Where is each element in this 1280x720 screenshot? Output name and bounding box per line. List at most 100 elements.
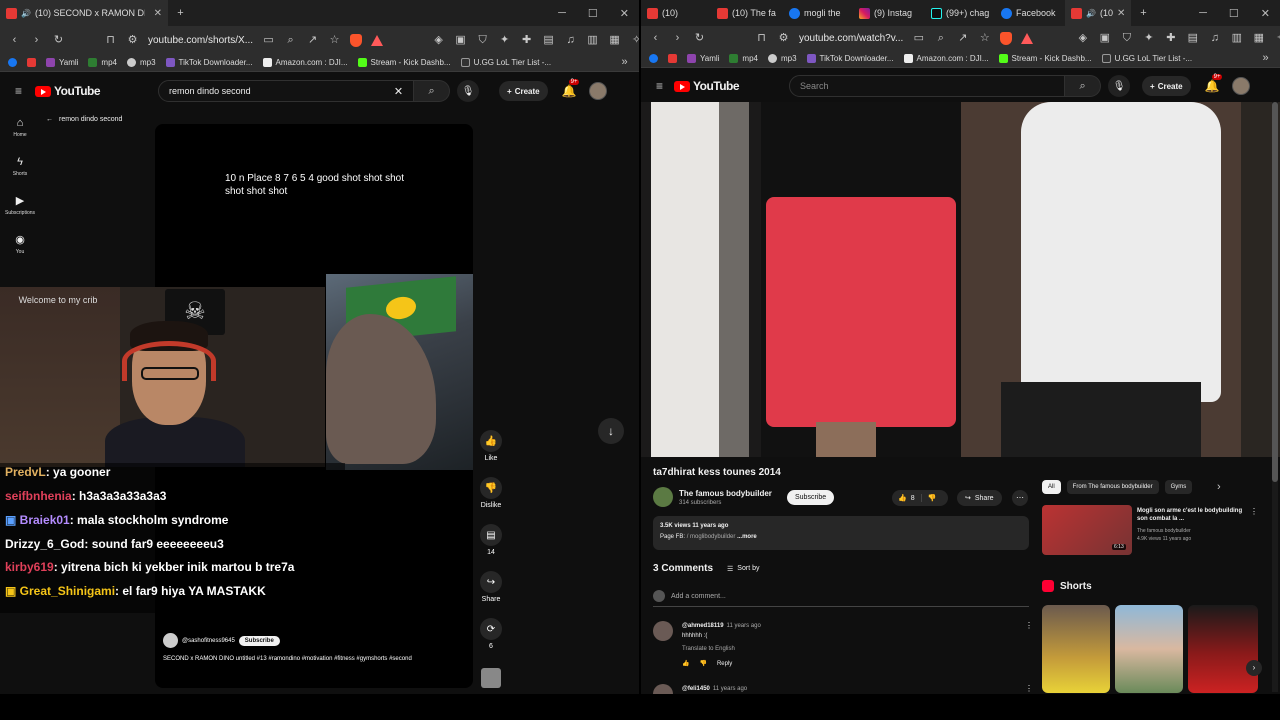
search-input[interactable]: remon dindo second ✕ [158,80,415,102]
avatar[interactable] [588,82,607,100]
bookmark-icon[interactable]: ⊓ [755,32,768,45]
bookmark-item[interactable]: Amazon.com : DJI... [903,54,989,63]
tab[interactable]: (99+) chag [925,0,995,26]
url-field[interactable]: youtube.com/shorts/X... [148,35,253,46]
close-tab-icon[interactable]: ✕ [154,8,162,19]
bookmark-item[interactable]: Amazon.com : DJI... [262,58,348,67]
puzzle-icon[interactable]: ✚ [1164,32,1177,45]
shield-icon[interactable]: ⛉ [476,34,489,47]
like-button[interactable]: 👍 8 [892,494,922,502]
bookmark-item[interactable]: mp4 [729,54,758,63]
brave-rewards-icon[interactable] [371,34,384,46]
close-window-icon[interactable]: ✕ [1261,7,1270,20]
extension-icon[interactable]: ✦ [1142,32,1155,45]
scrollbar[interactable] [1272,102,1278,692]
channel-name[interactable]: @sashofitness9645 [182,638,235,644]
brave-rewards-icon[interactable] [1021,32,1034,44]
add-comment-input[interactable]: Add a comment... [671,593,726,600]
short-thumbnail[interactable] [1042,605,1110,693]
zoom-icon[interactable]: ⌕ [284,34,297,47]
site-settings-icon[interactable]: ⚙ [777,32,790,45]
share-page-icon[interactable]: ↗ [956,32,969,45]
forward-icon[interactable]: › [671,32,684,45]
notifications-button[interactable]: 🔔 9+ [562,79,580,98]
shorts-next-button[interactable]: › [1246,660,1262,676]
create-button[interactable]: + Create [499,81,548,101]
dislike-button[interactable]: 👎 [922,494,943,502]
facebook-bookmark-icon[interactable] [649,54,658,63]
maximize-icon[interactable]: ☐ [1229,7,1239,20]
sidebar-item-home[interactable]: ⌂ Home [0,108,40,147]
bookmark-item[interactable]: TikTok Downloader... [806,54,894,63]
back-icon[interactable]: ‹ [649,32,662,45]
bookmark-item[interactable]: U.GG LoL Tier List -... [460,58,551,67]
recommended-video[interactable]: 6:13 Mogli son arme c'est le bodybuildin… [1042,505,1258,555]
recommended-channel[interactable]: The famous bodybuilder [1137,527,1191,535]
media-icon[interactable]: ♫ [564,34,577,47]
voice-search-button[interactable]: 🎙 [1108,75,1131,97]
bookmark-item[interactable]: Yamli [46,58,78,67]
share-button[interactable]: ↪ Share [478,571,504,603]
bookmark-item[interactable]: Yamli [687,54,719,63]
reload-icon[interactable]: ↻ [52,34,65,47]
search-button[interactable]: ⌕ [414,80,451,102]
create-button[interactable]: + Create [1142,76,1191,96]
media-icon[interactable]: ♫ [1208,32,1221,45]
more-icon[interactable]: ⋮ [1250,507,1258,516]
reply-button[interactable]: Reply [717,659,732,669]
sidebar-icon[interactable]: ▥ [586,34,599,47]
comments-button[interactable]: ▤ 14 [478,524,504,556]
search-input[interactable]: Search [789,75,1066,97]
forward-icon[interactable]: › [30,34,43,47]
maximize-icon[interactable]: ☐ [588,7,598,20]
shorts-back-button[interactable]: ← remon dindo second [46,116,122,123]
show-more-link[interactable]: ...more [737,534,757,540]
facebook-link[interactable]: / moglibodybuilder [687,534,736,540]
sidebar-item-subscriptions[interactable]: ▶ Subscriptions [0,186,40,225]
url-field[interactable]: youtube.com/watch?v... [799,33,903,44]
translate-link[interactable]: Translate to English [682,644,761,654]
site-settings-icon[interactable]: ⚙ [126,34,139,47]
brave-shields-icon[interactable] [350,33,363,47]
sound-thumbnail[interactable] [481,668,501,688]
tab-active[interactable]: 🔊 (10) SECOND x RAMON DINO ✕ [0,0,168,26]
zoom-icon[interactable]: ⌕ [934,32,947,45]
more-bookmarks-icon[interactable]: » [618,56,631,69]
extension-icon[interactable]: ▤ [1186,32,1199,45]
minimize-icon[interactable]: ─ [1199,7,1207,20]
bookmark-item[interactable]: TikTok Downloader... [165,58,253,67]
chevron-right-icon[interactable]: › [1212,481,1225,494]
extension-icon[interactable]: ▣ [1098,32,1111,45]
bookmark-item[interactable]: U.GG LoL Tier List -... [1101,54,1192,63]
share-button[interactable]: ↪ Share [957,490,1002,506]
bookmark-item[interactable]: mp3 [767,54,797,63]
thumbs-down-icon[interactable]: 👎 [699,659,706,669]
shield-icon[interactable]: ⛉ [1120,32,1133,45]
hamburger-menu-icon[interactable]: ≡ [653,79,666,93]
extension-icon[interactable]: ▤ [542,34,555,47]
bookmark-item[interactable]: mp3 [126,58,156,67]
tab[interactable]: mogli the [783,0,853,26]
youtube-logo[interactable]: YouTube [674,79,740,93]
close-window-icon[interactable]: ✕ [620,7,629,20]
description-box[interactable]: 3.5K views 11 years ago Page FB: / mogli… [653,516,1029,550]
leo-icon[interactable]: ✧ [1274,32,1280,45]
wallet-icon[interactable]: ▦ [1252,32,1265,45]
favorite-icon[interactable]: ☆ [978,32,991,45]
wallet-icon[interactable]: ▦ [608,34,621,47]
more-actions-button[interactable]: ⋯ [1012,490,1028,506]
sidebar-item-you[interactable]: ◉ You [0,225,40,264]
chip-gyms[interactable]: Gyms [1164,480,1193,494]
avatar[interactable] [1231,77,1250,95]
puzzle-icon[interactable]: ✚ [520,34,533,47]
comment-author[interactable]: @ahmed18119 [682,623,724,629]
remix-button[interactable]: ⟳ 6 [478,618,504,650]
recommended-title[interactable]: Mogli son arme c'est le bodybuilding son… [1137,507,1247,523]
extension-icon[interactable]: ◈ [432,34,445,47]
clear-search-icon[interactable]: ✕ [394,85,403,98]
tab[interactable]: (9) Instag [853,0,925,26]
channel-avatar[interactable] [163,633,178,648]
subscribe-button[interactable]: Subscribe [238,635,280,646]
tab-active[interactable]: 🔊 (10 ✕ [1065,0,1131,26]
extension-icon[interactable]: ✦ [498,34,511,47]
